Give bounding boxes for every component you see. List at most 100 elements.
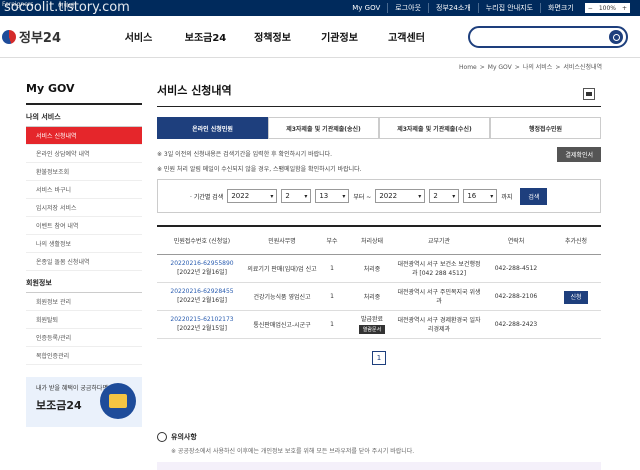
status-cell: 발급완료 열람문서	[347, 310, 397, 339]
crumb-home[interactable]: Home	[459, 64, 477, 71]
payment-receipt-button[interactable]: 결제확인서	[557, 147, 601, 162]
sidebar-item-consult[interactable]: 온라인 상담예약 내역	[26, 145, 142, 163]
site-header: 정부24 서비스 보조금24 정책정보 기관정보 고객센터	[0, 16, 640, 58]
sidebar-item-member-manage[interactable]: 회원정보 관리	[26, 293, 142, 311]
caution-section: 유의사항 ※ 공공장소에서 사용하신 이후에는 개인정보 보호를 위해 모든 브…	[157, 432, 601, 455]
site-logo[interactable]: 정부24	[2, 27, 61, 46]
crumb-current: 서비스신청내역	[563, 64, 602, 71]
receipt-link[interactable]: 20220215-62102173	[157, 316, 247, 323]
tab-admin[interactable]: 행정접수민원	[490, 117, 601, 139]
end-day-select[interactable]: 16	[463, 189, 498, 203]
notice-area: ※ 3일 이전의 신청내용은 검색기간을 입력한 후 확인하시기 바랍니다. ※…	[157, 147, 601, 173]
search-input[interactable]	[468, 26, 628, 48]
main-nav: 서비스 보조금24 정책정보 기관정보 고객센터	[105, 29, 440, 44]
receipt-date: [2022년 2월16일]	[177, 297, 227, 304]
table-row: 20220216-62928455 [2022년 2월16일] 건강기능식품 영업…	[157, 282, 601, 311]
zoom-control: − 100% +	[584, 3, 630, 13]
sidebar-item-lifeinfo[interactable]: 나의 생활정보	[26, 235, 142, 253]
service-name-cell: 의료기기 판매(임대)업 신고	[247, 254, 317, 283]
date-filter: · 기간별 검색 2022 2 13 부터 ~ 2022 2 16 까지 검색	[157, 179, 601, 213]
gift-icon	[100, 383, 136, 419]
receipt-link[interactable]: 20220216-62928455	[157, 288, 247, 295]
agency-cell: 대전광역시 서구 경제환경국 일자리경제과	[397, 310, 481, 339]
table-row: 20220215-62102173 [2022년 2월15일] 통신판매업신고-시…	[157, 310, 601, 339]
nav-policy[interactable]: 정책정보	[239, 29, 306, 44]
logout-link[interactable]: 로그아웃	[387, 3, 428, 13]
sidebar-item-events[interactable]: 이벤트 참여 내역	[26, 217, 142, 235]
sidebar-title: My GOV	[26, 82, 142, 105]
count-cell: 1	[317, 254, 347, 283]
receipt-date: [2022년 2월16일]	[177, 269, 227, 276]
application-table: 민원접수번호 (신청일) 민원사무명 부수 처리상태 교부기관 연락처 추가신청…	[157, 225, 601, 339]
start-day-value: 13	[319, 192, 329, 200]
service-name-cell: 건강기능식품 영업신고	[247, 282, 317, 311]
sidebar-item-refund[interactable]: 환불정보조회	[26, 163, 142, 181]
sidebar-item-care[interactable]: 온종일 돌봄 신청내역	[26, 253, 142, 271]
pagination: 1	[157, 350, 601, 365]
zoom-in-button[interactable]: +	[619, 5, 630, 12]
crumb-sep: >	[555, 64, 561, 71]
to-label: 까지	[501, 193, 513, 201]
caution-desc: ※ 공공장소에서 사용하신 이후에는 개인정보 보호를 위해 모든 브라우저를 …	[171, 448, 415, 455]
subsidy-banner[interactable]: 내가 받을 혜택이 궁금하다면? 보조금24	[26, 377, 142, 427]
crumb-sep: >	[479, 64, 485, 71]
sidebar-item-cert[interactable]: 인증등록/관리	[26, 329, 142, 347]
print-icon[interactable]	[583, 88, 595, 100]
footer-strip	[157, 462, 601, 470]
col-status: 처리상태	[347, 226, 397, 255]
end-month-select[interactable]: 2	[429, 189, 460, 203]
page-button[interactable]: 1	[372, 350, 386, 365]
receipt-date: [2022년 2월15일]	[177, 325, 227, 332]
sidebar-item-multi-cert[interactable]: 복합인증관리	[26, 347, 142, 365]
nav-services[interactable]: 서비스	[105, 29, 172, 44]
zoom-out-button[interactable]: −	[585, 5, 596, 12]
zoom-level: 100%	[598, 4, 616, 12]
receipt-link[interactable]: 20220216-62955890	[157, 260, 247, 267]
status-cell: 처리중	[347, 254, 397, 283]
sidebar-item-basket[interactable]: 서비스 바구니	[26, 181, 142, 199]
agency-cell: 대전광역시 서구 주민복지국 위생과	[397, 282, 481, 311]
phone-cell: 042-288-2106	[481, 282, 551, 311]
nav-support[interactable]: 고객센터	[373, 29, 440, 44]
service-name-cell: 통신판매업신고-시군구	[247, 310, 317, 339]
sidebar-item-service-history[interactable]: 서비스 신청내역	[26, 127, 142, 145]
tab-online[interactable]: 온라인 신청민원	[157, 117, 268, 139]
search-icon[interactable]	[609, 30, 623, 44]
end-year-select[interactable]: 2022	[375, 189, 426, 203]
nav-agency[interactable]: 기관정보	[306, 29, 373, 44]
col-count: 부수	[317, 226, 347, 255]
search-button[interactable]: 검색	[520, 187, 548, 205]
phone-cell: 042-288-2423	[481, 310, 551, 339]
extra-cell	[551, 254, 601, 283]
col-extra: 추가신청	[551, 226, 601, 255]
start-month-value: 2	[285, 192, 290, 200]
crumb-myservice[interactable]: 나의 서비스	[523, 64, 553, 71]
start-month-select[interactable]: 2	[281, 189, 312, 203]
receipt-cell: 20220215-62102173 [2022년 2월15일]	[157, 310, 247, 339]
nav-subsidy[interactable]: 보조금24	[172, 29, 239, 44]
tab-send[interactable]: 제3자제출 및 기관제출(송신)	[268, 117, 379, 139]
sidebar-section-my-service: 나의 서비스	[26, 105, 142, 127]
apply-button[interactable]: 신청	[564, 290, 588, 304]
start-year-select[interactable]: 2022	[227, 189, 278, 203]
bulb-icon	[157, 432, 167, 442]
breadcrumb: Home > My GOV > 나의 서비스 > 서비스신청내역	[0, 58, 640, 72]
crumb-mygov[interactable]: My GOV	[488, 64, 512, 71]
phone-cell: 042-288-4512	[481, 254, 551, 283]
mygov-link[interactable]: My GOV	[345, 4, 387, 12]
sidebar: My GOV 나의 서비스 서비스 신청내역 온라인 상담예약 내역 환불정보조…	[26, 82, 142, 427]
table-row: 20220216-62955890 [2022년 2월16일] 의료기기 판매(임…	[157, 254, 601, 283]
receipt-cell: 20220216-62955890 [2022년 2월16일]	[157, 254, 247, 283]
caution-title: 유의사항	[171, 433, 197, 441]
view-document-button[interactable]: 열람문서	[358, 325, 386, 334]
caution-title-row: 유의사항	[157, 432, 601, 442]
sidebar-item-withdraw[interactable]: 회원탈퇴	[26, 311, 142, 329]
col-phone: 연락처	[481, 226, 551, 255]
col-agency: 교부기관	[397, 226, 481, 255]
about-link[interactable]: 정부24소개	[428, 3, 478, 13]
start-year-value: 2022	[231, 192, 250, 200]
start-day-select[interactable]: 13	[315, 189, 350, 203]
sidebar-item-drafts[interactable]: 임시저장 서비스	[26, 199, 142, 217]
tab-receive[interactable]: 제3자제출 및 기관제출(수신)	[379, 117, 490, 139]
sitemap-link[interactable]: 누리집 안내지도	[477, 3, 540, 13]
